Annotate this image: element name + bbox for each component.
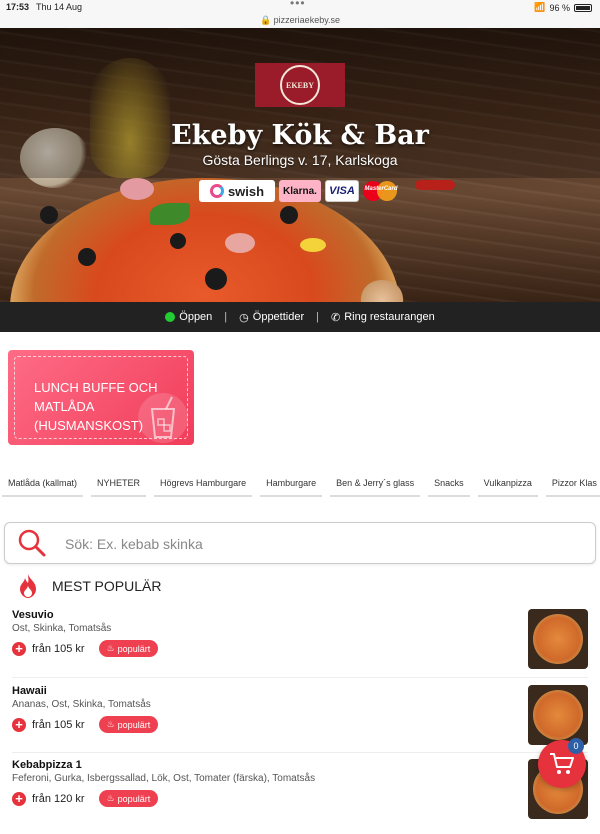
opening-hours-label: Öppettider <box>252 311 305 323</box>
tab-category[interactable]: Ben & Jerry´s glass <box>330 475 421 497</box>
open-dot-icon <box>165 312 176 322</box>
address-url: pizzeriaekeby.se <box>273 15 341 25</box>
divider <box>12 677 588 678</box>
item-description: Feferoni, Gurka, Isbergssallad, Lök, Ost… <box>12 773 316 784</box>
chili-image <box>415 180 455 190</box>
add-item-button[interactable]: + <box>12 717 26 732</box>
restaurant-name: Ekeby Kök & Bar <box>171 120 429 151</box>
payment-methods: swish Klarna. VISA MasterCard <box>199 180 399 202</box>
item-description: Ananas, Ost, Skinka, Tomatsås <box>12 699 151 710</box>
popular-badge: ♨ populärt <box>98 790 159 807</box>
status-time: 17:53 <box>6 2 30 12</box>
clock-icon: ◷ <box>239 311 249 324</box>
badge-label: populärt <box>117 719 151 730</box>
item-price: från 105 kr <box>32 642 85 655</box>
tab-category[interactable]: Pizzor Klas <box>545 475 600 497</box>
popular-section-header: MEST POPULÄR <box>14 572 161 600</box>
item-name: Hawaii <box>12 685 47 697</box>
call-label: Ring restaurangen <box>344 311 435 323</box>
more-dots-icon[interactable]: ••• <box>290 0 306 10</box>
status-bar: 17:53 Thu 14 Aug ••• 🔒 pizzeriaekeby.se … <box>0 0 600 28</box>
restaurant-address: Gösta Berlings v. 17, Karlskoga <box>202 152 398 168</box>
search-icon <box>18 529 46 557</box>
klarna-logo: Klarna. <box>279 180 321 202</box>
call-restaurant-link[interactable]: ✆ Ring restaurangen <box>331 311 435 324</box>
add-item-button[interactable]: + <box>12 791 26 806</box>
pizza-thumb <box>533 614 583 664</box>
open-label: Öppen <box>179 311 213 323</box>
tab-category[interactable]: Snacks <box>428 475 470 497</box>
fire-small-icon: ♨ <box>106 793 115 803</box>
olive-topping <box>78 248 96 266</box>
open-status: Öppen <box>165 311 212 323</box>
badge-label: populärt <box>117 793 151 804</box>
swish-label: swish <box>227 183 265 199</box>
mastercard-label: MasterCard <box>364 186 398 192</box>
restaurant-logo[interactable]: EKEBY <box>255 63 345 107</box>
item-price-line: + från 105 kr ♨ populärt <box>12 716 159 733</box>
drink-cup-icon <box>138 393 188 443</box>
menu-item[interactable]: Vesuvio Ost, Skinka, Tomatsås + från 105… <box>0 609 600 684</box>
battery-percent: 96 % <box>549 2 570 13</box>
swish-logo: swish <box>199 180 275 202</box>
olive-topping <box>280 206 298 224</box>
item-image[interactable] <box>528 685 588 745</box>
search-input[interactable] <box>65 533 565 555</box>
battery-icon <box>574 3 592 12</box>
item-price-line: + från 105 kr ♨ populärt <box>12 640 159 657</box>
popular-badge: ♨ populärt <box>98 716 159 733</box>
pizza-thumb <box>533 690 583 740</box>
olive-topping <box>40 206 58 224</box>
add-item-button[interactable]: + <box>12 641 26 656</box>
fire-small-icon: ♨ <box>106 719 115 729</box>
fire-small-icon: ♨ <box>106 643 115 653</box>
basil-topping <box>150 203 190 225</box>
menu-item[interactable]: Hawaii Ananas, Ost, Skinka, Tomatsås + f… <box>0 685 600 760</box>
search-box <box>4 522 596 564</box>
item-description: Ost, Skinka, Tomatsås <box>12 623 112 634</box>
divider: | <box>224 311 228 323</box>
pepper-topping <box>300 238 326 252</box>
section-title: MEST POPULÄR <box>52 578 162 594</box>
tab-category[interactable]: Matlåda (kallmat) <box>2 475 84 497</box>
item-name: Kebabpizza 1 <box>12 759 82 771</box>
mastercard-logo: MasterCard <box>363 180 399 202</box>
logo-text: EKEBY <box>285 80 314 90</box>
tab-category[interactable]: Högrevs Hamburgare <box>154 475 253 497</box>
popular-badge: ♨ populärt <box>98 640 159 657</box>
badge-label: populärt <box>117 643 151 654</box>
divider: | <box>316 311 319 323</box>
wifi-icon: 📶 <box>534 2 546 12</box>
phone-icon: ✆ <box>331 311 341 324</box>
fire-icon <box>20 574 36 598</box>
menu-item[interactable]: Kebabpizza 1 Feferoni, Gurka, Isbergssal… <box>0 759 600 834</box>
item-price: från 105 kr <box>32 718 85 731</box>
olive-topping <box>205 268 227 290</box>
visa-logo: VISA <box>325 180 359 202</box>
tab-category[interactable]: Vulkanpizza <box>477 475 538 497</box>
status-right: 📶 96 % <box>534 2 592 13</box>
salami-topping <box>225 233 255 253</box>
item-price-line: + från 120 kr ♨ populärt <box>12 790 159 807</box>
item-price: från 120 kr <box>32 792 85 805</box>
cart-icon <box>550 753 574 774</box>
category-tabs: Matlåda (kallmat) NYHETER Högrevs Hambur… <box>0 475 600 497</box>
opening-hours-link[interactable]: ◷ Öppettider <box>239 311 304 324</box>
address-bar[interactable]: 🔒 pizzeriaekeby.se <box>0 15 600 26</box>
lock-icon: 🔒 <box>259 15 272 25</box>
tab-category[interactable]: Hamburgare <box>260 475 323 497</box>
divider <box>12 752 588 753</box>
swish-icon <box>209 184 224 198</box>
olive-topping <box>170 233 186 249</box>
status-date: Thu 14 Aug <box>36 2 83 12</box>
info-bar: Öppen | ◷ Öppettider | ✆ Ring restaurang… <box>0 302 600 332</box>
logo-emblem: EKEBY <box>280 65 320 105</box>
item-image[interactable] <box>528 609 588 669</box>
tab-category[interactable]: NYHETER <box>91 475 147 497</box>
cart-count-badge: 0 <box>568 738 584 754</box>
lunch-promo-card[interactable]: LUNCH BUFFE OCH MATLÅDA (HUSMANSKOST) <box>8 350 194 445</box>
item-name: Vesuvio <box>12 609 54 621</box>
salami-topping <box>120 178 154 200</box>
